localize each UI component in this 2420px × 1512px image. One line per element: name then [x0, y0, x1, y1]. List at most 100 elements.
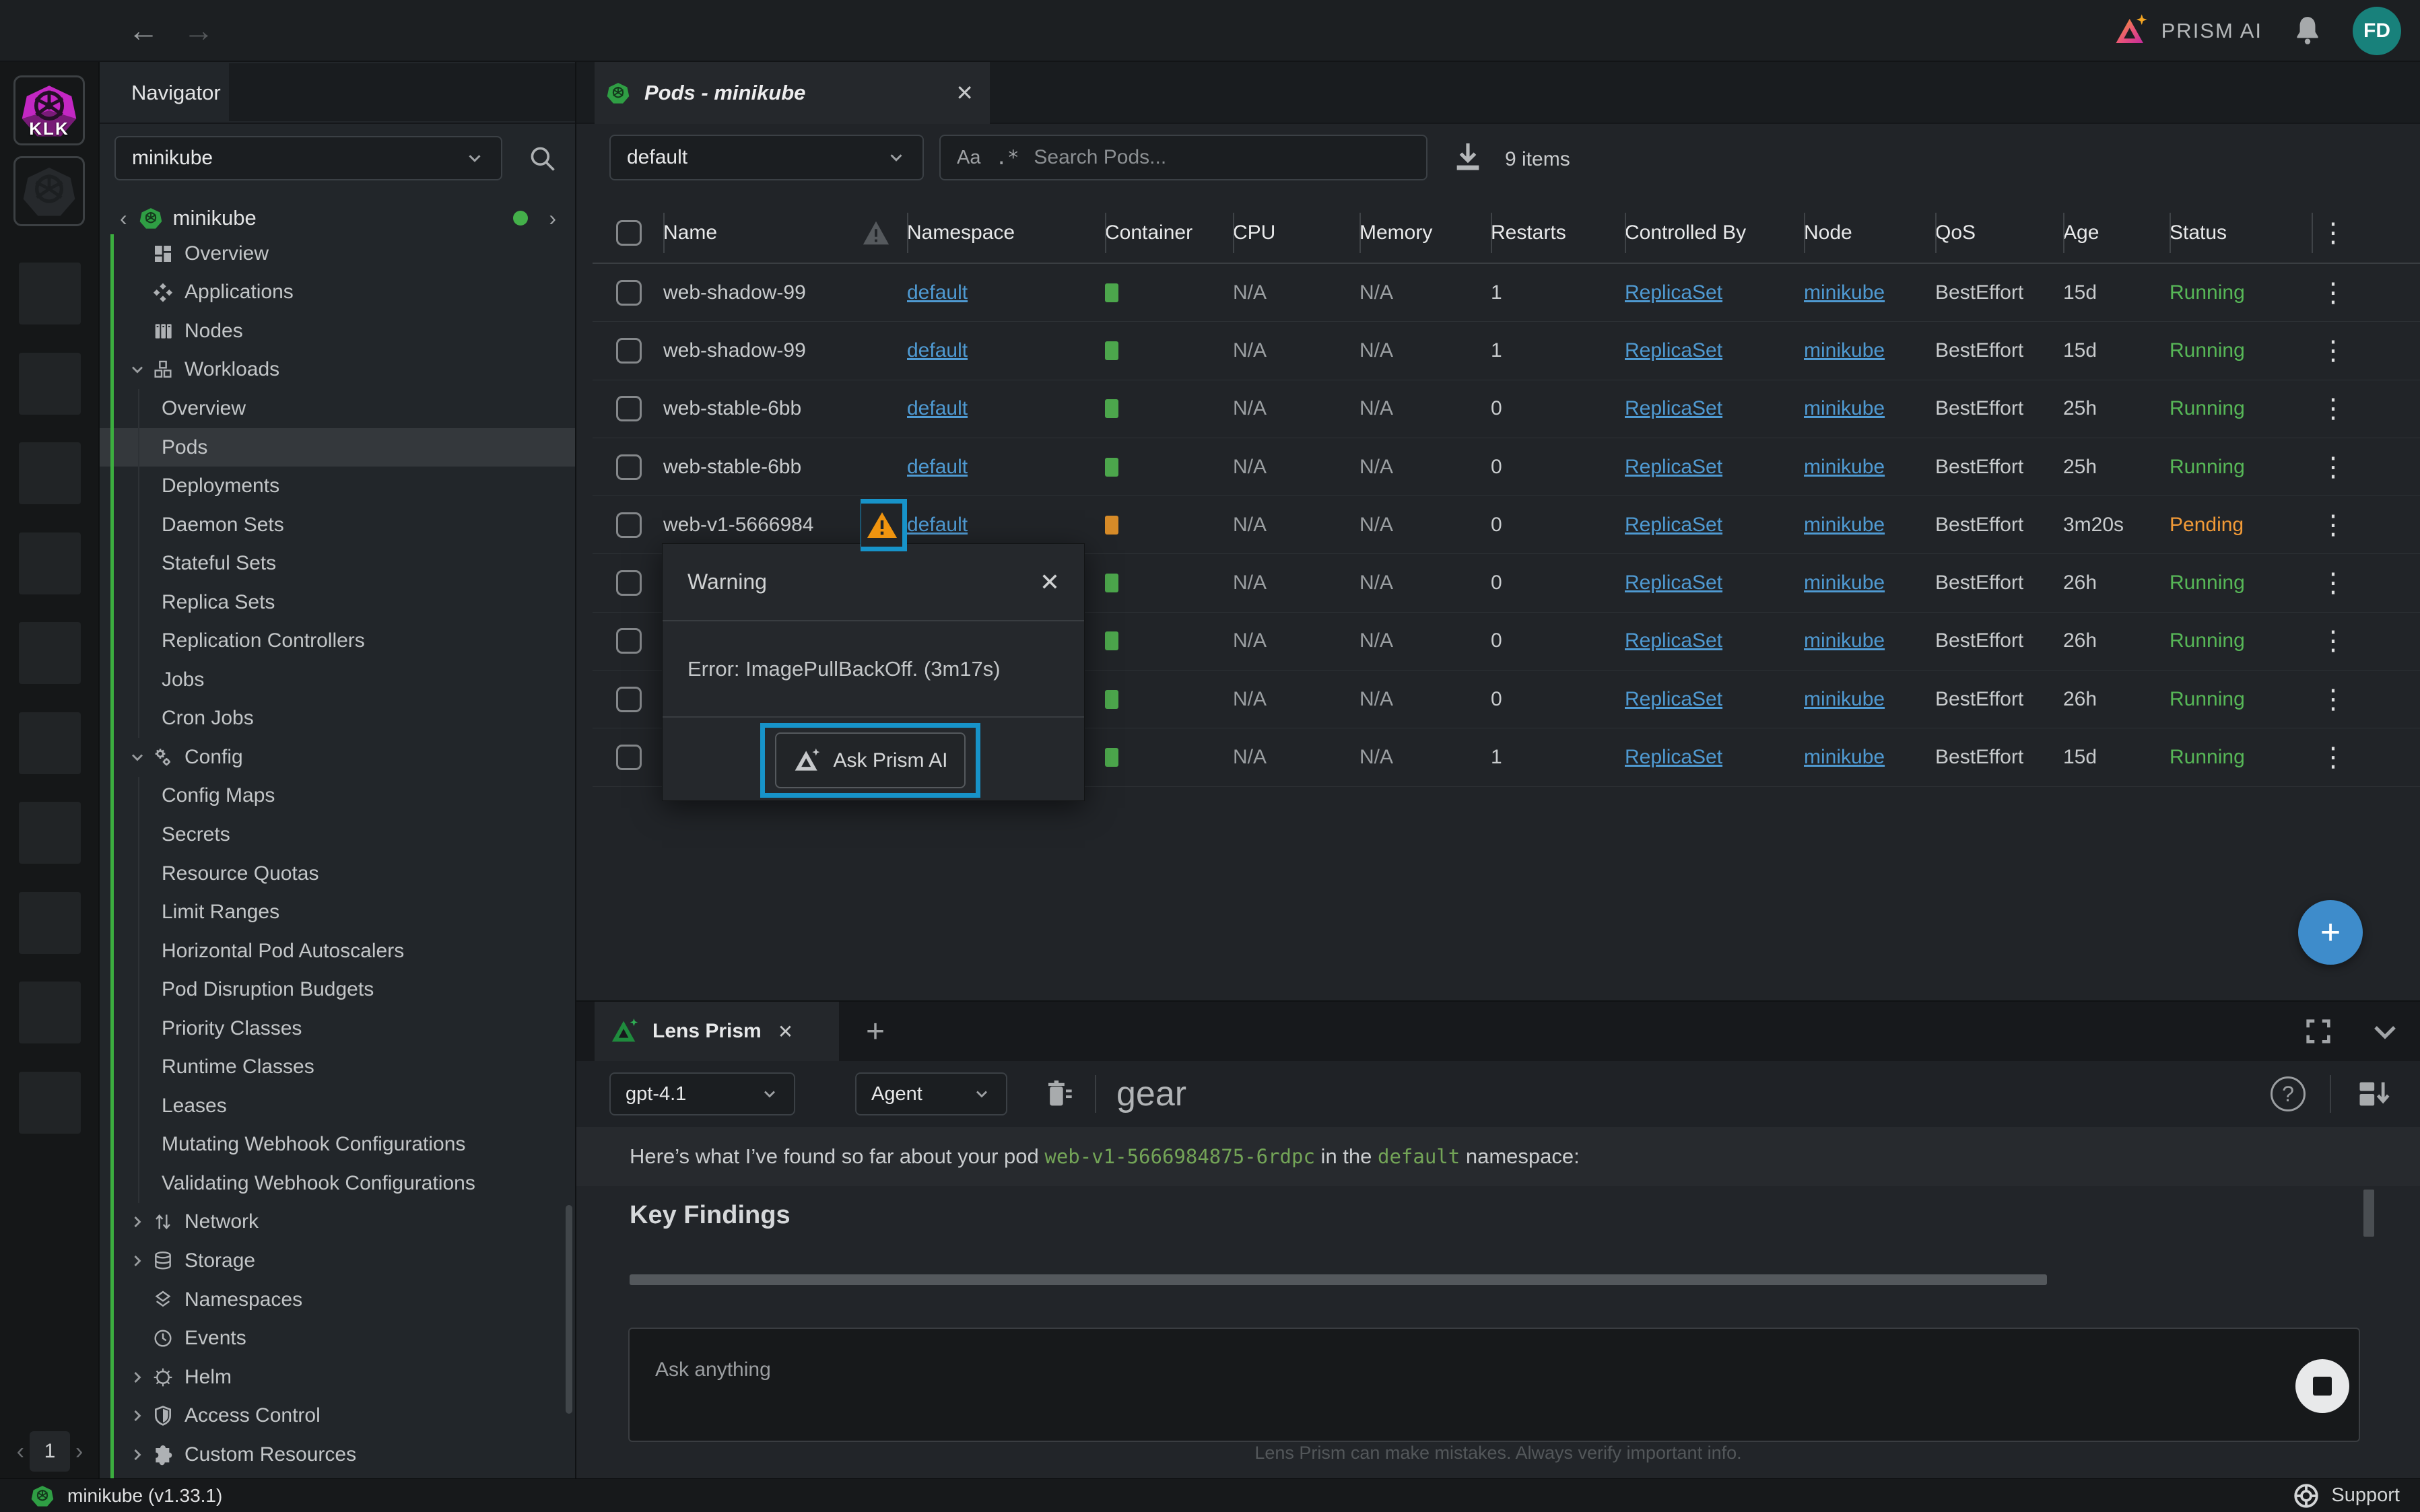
ask-prism-ai-button[interactable]: Ask Prism AI	[775, 732, 966, 788]
column-warning-icon[interactable]	[861, 203, 907, 263]
export-chat-icon[interactable]	[2355, 1076, 2390, 1111]
sidebar-item-overview[interactable]: Overview	[100, 234, 575, 273]
controlled-by-link[interactable]: ReplicaSet	[1625, 281, 1722, 304]
row-checkbox[interactable]	[616, 280, 642, 306]
popup-close-icon[interactable]: ✕	[1040, 568, 1060, 596]
table-row[interactable]: web-stable-6bbdefaultN/AN/A0ReplicaSetmi…	[593, 438, 2420, 496]
sidebar-item-nodes[interactable]: Nodes	[100, 312, 575, 351]
sidebar-item-replication-controllers[interactable]: Replication Controllers	[100, 621, 575, 660]
sidebar-item-secrets[interactable]: Secrets	[100, 815, 575, 854]
sidebar-item-events[interactable]: Events	[100, 1319, 575, 1358]
expand-cluster-icon[interactable]: ›	[549, 206, 556, 231]
collapse-cluster-icon[interactable]: ‹	[120, 206, 127, 231]
row-checkbox[interactable]	[616, 396, 642, 421]
ask-anything-input[interactable]: Ask anything	[628, 1328, 2360, 1442]
chevron-right-icon[interactable]	[128, 1406, 148, 1425]
column-controlled-by[interactable]: Controlled By	[1625, 203, 1804, 263]
namespace-link[interactable]: default	[907, 514, 968, 537]
sidebar-item-priority-classes[interactable]: Priority Classes	[100, 1009, 575, 1048]
match-case-icon[interactable]: Aa	[957, 147, 980, 169]
column-status[interactable]: Status	[2170, 203, 2312, 263]
support-button[interactable]: Support	[2292, 1482, 2400, 1510]
row-checkbox[interactable]	[616, 338, 642, 364]
controlled-by-link[interactable]: ReplicaSet	[1625, 397, 1722, 420]
sidebar-item-config[interactable]: Config	[100, 738, 575, 777]
node-link[interactable]: minikube	[1804, 397, 1885, 420]
regex-icon[interactable]: .*	[995, 146, 1019, 169]
column-cpu[interactable]: CPU	[1233, 203, 1359, 263]
pager-next-icon[interactable]: ›	[75, 1439, 83, 1465]
back-icon[interactable]: ←	[128, 12, 159, 48]
sidebar-item-config-maps[interactable]: Config Maps	[100, 777, 575, 816]
sidebar-item-limit-ranges[interactable]: Limit Ranges	[100, 893, 575, 932]
settings-gear-icon[interactable]: gear	[1116, 1074, 1186, 1114]
table-row[interactable]: web-stable-6bbdefaultN/AN/A0ReplicaSetmi…	[593, 380, 2420, 438]
column-menu[interactable]: ⋮	[2312, 203, 2420, 263]
sidebar-item-storage[interactable]: Storage	[100, 1241, 575, 1280]
node-link[interactable]: minikube	[1804, 746, 1885, 769]
navigator-scrollbar[interactable]	[566, 1205, 572, 1414]
sidebar-item-horizontal-pod-autoscalers[interactable]: Horizontal Pod Autoscalers	[100, 932, 575, 971]
namespace-link[interactable]: default	[907, 397, 968, 420]
chevron-down-icon[interactable]	[128, 748, 148, 767]
sidebar-item-mutating-webhook-configurations[interactable]: Mutating Webhook Configurations	[100, 1126, 575, 1165]
kebab-icon[interactable]: ⋮	[2320, 452, 2347, 483]
namespace-link[interactable]: default	[907, 456, 968, 479]
pager-prev-icon[interactable]: ‹	[17, 1439, 24, 1465]
sidebar-item-jobs[interactable]: Jobs	[100, 660, 575, 699]
node-link[interactable]: minikube	[1804, 456, 1885, 479]
sidebar-item-namespaces[interactable]: Namespaces	[100, 1280, 575, 1319]
row-checkbox[interactable]	[616, 512, 642, 538]
column-namespace[interactable]: Namespace	[907, 203, 1105, 263]
sidebar-item-pod-disruption-budgets[interactable]: Pod Disruption Budgets	[100, 970, 575, 1009]
collapse-panel-chevron-icon[interactable]	[2369, 1015, 2401, 1047]
user-avatar[interactable]: FD	[2353, 7, 2401, 55]
sidebar-item-network[interactable]: Network	[100, 1203, 575, 1242]
node-link[interactable]: minikube	[1804, 281, 1885, 304]
sidebar-item-helm[interactable]: Helm	[100, 1358, 575, 1397]
notifications-bell-icon[interactable]	[2291, 14, 2324, 48]
row-checkbox[interactable]	[616, 687, 642, 712]
column-age[interactable]: Age	[2063, 203, 2170, 263]
sidebar-item-validating-webhook-configurations[interactable]: Validating Webhook Configurations	[100, 1164, 575, 1203]
prism-scrollbar[interactable]	[2363, 1190, 2374, 1237]
prism-tab-close-icon[interactable]: ✕	[778, 1021, 793, 1043]
column-name[interactable]: Name	[663, 203, 861, 263]
sidebar-item-leases[interactable]: Leases	[100, 1087, 575, 1126]
kebab-icon[interactable]: ⋮	[2320, 335, 2347, 366]
mode-select[interactable]: Agent	[855, 1072, 1007, 1115]
sidebar-item-pods[interactable]: Pods	[100, 428, 575, 467]
controlled-by-link[interactable]: ReplicaSet	[1625, 456, 1722, 479]
controlled-by-link[interactable]: ReplicaSet	[1625, 746, 1722, 769]
clear-chat-trash-icon[interactable]	[1040, 1076, 1075, 1111]
chevron-right-icon[interactable]	[128, 1212, 148, 1231]
tab-close-icon[interactable]: ✕	[955, 80, 974, 106]
sidebar-item-overview[interactable]: Overview	[100, 389, 575, 428]
controlled-by-link[interactable]: ReplicaSet	[1625, 688, 1722, 711]
sidebar-item-workloads[interactable]: Workloads	[100, 351, 575, 390]
table-row[interactable]: web-v1-5666984defaultN/AN/A0ReplicaSetmi…	[593, 496, 2420, 554]
tab-lens-prism[interactable]: Lens Prism ✕	[595, 1002, 839, 1061]
search-pods-input[interactable]: Aa .* Search Pods...	[939, 135, 1427, 180]
row-checkbox[interactable]	[616, 628, 642, 654]
select-all-checkbox[interactable]	[616, 220, 642, 246]
sidebar-item-applications[interactable]: Applications	[100, 273, 575, 312]
controlled-by-link[interactable]: ReplicaSet	[1625, 339, 1722, 362]
namespace-link[interactable]: default	[907, 281, 968, 304]
column-container[interactable]: Container	[1105, 203, 1233, 263]
table-row[interactable]: web-shadow-99defaultN/AN/A1ReplicaSetmin…	[593, 264, 2420, 322]
column-memory[interactable]: Memory	[1359, 203, 1491, 263]
sidebar-item-resource-quotas[interactable]: Resource Quotas	[100, 854, 575, 893]
statusbar-cluster[interactable]: minikube (v1.33.1)	[31, 1484, 222, 1507]
fullscreen-icon[interactable]	[2303, 1016, 2334, 1047]
row-checkbox[interactable]	[616, 454, 642, 480]
column-node[interactable]: Node	[1804, 203, 1935, 263]
model-select[interactable]: gpt-4.1	[609, 1072, 795, 1115]
kebab-icon[interactable]: ⋮	[2320, 217, 2347, 248]
new-prism-tab-button[interactable]: +	[866, 1002, 885, 1061]
help-icon[interactable]: ?	[2271, 1076, 2306, 1111]
sidebar-item-deployments[interactable]: Deployments	[100, 467, 575, 506]
column-restarts[interactable]: Restarts	[1491, 203, 1625, 263]
sidebar-item-access-control[interactable]: Access Control	[100, 1396, 575, 1435]
row-checkbox[interactable]	[616, 745, 642, 770]
